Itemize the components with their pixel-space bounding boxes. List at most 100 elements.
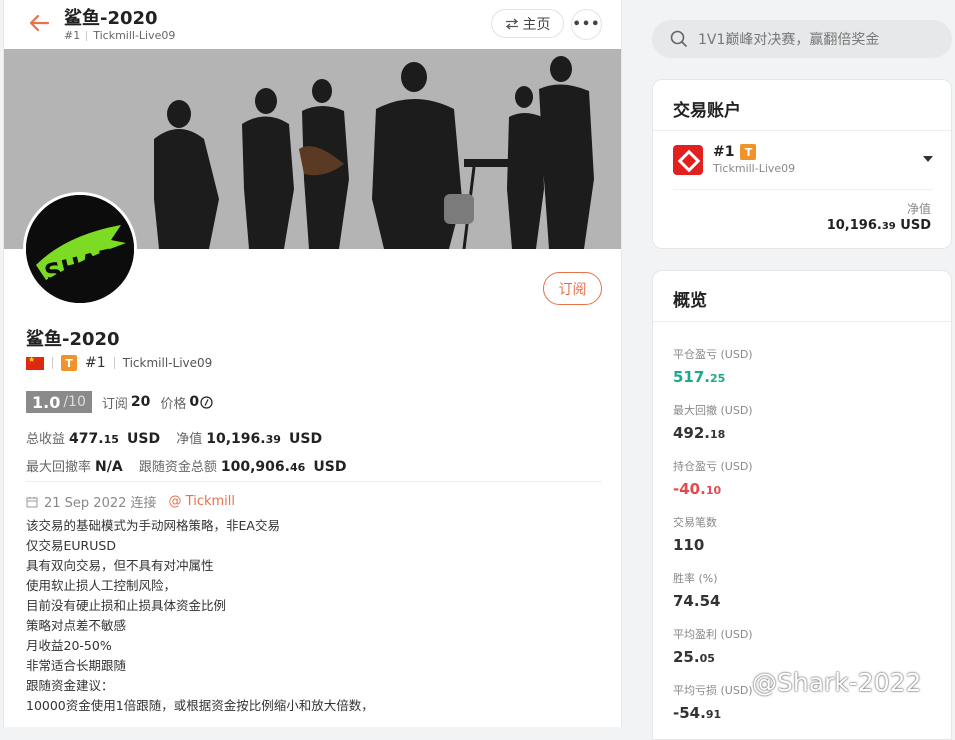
price-label: 价格 (160, 396, 187, 412)
broker-link[interactable]: @ Tickmill (169, 494, 235, 509)
overview-stat: 胜率 (%) 74.54 (673, 570, 720, 610)
description-line: 仅交易EURUSD (26, 538, 116, 553)
trading-account-card: 交易账户 #1 T Tickmill-Live09 净值 10,196.39 U… (652, 79, 952, 249)
description-line: 具有双向交易，但不具有对冲属性 (26, 558, 214, 573)
strategy-name: 鲨鱼-2020 (26, 329, 120, 350)
score-row: 1.0/10 订阅 20 价格 0 (26, 391, 213, 413)
search-icon (670, 30, 688, 48)
overview-stat-value: -40.10 (673, 480, 753, 498)
overview-stat-label: 平均亏损 (USD) (673, 684, 753, 697)
tier-badge: T (740, 144, 757, 160)
divider (52, 357, 53, 369)
overview-stat-dec: 25 (710, 372, 726, 385)
subscriptions-value: 20 (130, 394, 151, 410)
more-options-button[interactable]: ••• (571, 9, 602, 40)
homepage-button[interactable]: 主页 (491, 9, 564, 38)
chevron-down-icon (923, 156, 933, 162)
back-arrow-icon[interactable] (26, 10, 52, 36)
net-value-label: 净值 (176, 432, 203, 447)
search-placeholder: 1V1巅峰对决赛，赢翻倍奖金 (698, 32, 880, 48)
overview-stat-label: 平均盈利 (USD) (673, 628, 753, 641)
max-drawdown-label: 最大回撤率 (26, 460, 92, 475)
search-bar[interactable]: 1V1巅峰对决赛，赢翻倍奖金 (652, 20, 952, 58)
connection-info: 21 Sep 2022 连接 @ Tickmill (26, 492, 235, 511)
score-value: 1.0 (32, 392, 61, 412)
description-line: 10000资金使用1倍跟随，或根据资金按比例缩小和放大倍数， (26, 698, 374, 713)
profit-row: 总收益 477.15 USD 净值 10,196.39 USD (26, 428, 322, 447)
description-line: 跟随资金建议： (26, 678, 114, 693)
swap-icon (505, 18, 518, 29)
net-value-dec: 39 (881, 221, 896, 232)
score-badge: 1.0/10 (26, 391, 92, 413)
tier-badge: T (61, 355, 77, 371)
overview-stat-value: 110 (673, 536, 717, 554)
header-account: Tickmill-Live09 (93, 29, 176, 42)
overview-stat-int: 110 (673, 536, 705, 554)
overview-stat-label: 胜率 (%) (673, 572, 718, 585)
divider (653, 130, 951, 131)
overview-stat: 持仓盈亏 (USD) -40.10 (673, 458, 753, 498)
overview-stat-dec: 10 (705, 484, 722, 497)
overview-stat: 平仓盈亏 (USD) 517.25 (673, 346, 753, 386)
total-profit-label: 总收益 (26, 432, 66, 447)
header-rank: #1 (64, 29, 81, 42)
account-rank: #1 (713, 144, 735, 160)
price-value: 0 (189, 394, 200, 410)
top-bar: 鲨鱼-2020 #1 Tickmill-Live09 主页 ••• (4, 0, 621, 48)
follow-funds-label: 跟随资金总额 (138, 460, 217, 475)
overview-stat: 交易笔数 110 (673, 514, 717, 554)
strategy-description: 该交易的基础模式为手动网格策略，非EA交易 仅交易EURUSD 具有双向交易，但… (26, 516, 374, 716)
more-dots-icon: ••• (572, 17, 601, 32)
net-value-dec: 39 (265, 433, 281, 446)
homepage-button-label: 主页 (522, 16, 551, 33)
divider (86, 31, 88, 41)
description-line: 月收益20-50% (26, 638, 112, 653)
watermark-text: @Shark-2022 (752, 668, 922, 697)
follow-funds-unit: USD (313, 459, 347, 475)
divider (673, 189, 933, 190)
total-profit-dec: 15 (103, 433, 119, 446)
account-selector[interactable]: #1 T Tickmill-Live09 (673, 144, 933, 175)
overview-stat: 平均盈利 (USD) 25.05 (673, 626, 753, 666)
overview-stat-int: 492. (673, 424, 711, 442)
trading-account-title: 交易账户 (673, 101, 741, 121)
score-denominator: /10 (63, 394, 86, 410)
overview-stat-dec: 05 (699, 652, 715, 665)
overview-stat-int: 25. (673, 648, 700, 666)
net-value-unit: USD (900, 218, 931, 233)
overview-stat-int: -40. (673, 480, 706, 498)
shark-logo-icon: SHARK (26, 195, 134, 303)
overview-stat-value: -54.91 (673, 704, 753, 722)
max-drawdown-value: N/A (95, 459, 123, 475)
description-line: 使用软止损人工控制风险， (26, 578, 177, 593)
overview-stat-int: -54. (673, 704, 706, 722)
overview-stat-value: 492.18 (673, 424, 753, 442)
follow-funds-int: 100,906. (220, 459, 290, 475)
total-profit-unit: USD (127, 431, 161, 447)
overview-stat-int: 517. (673, 368, 711, 386)
profile-rank: #1 (85, 355, 106, 371)
page-title: 鲨鱼-2020 (64, 8, 158, 29)
overview-stat-int: 74.54 (673, 592, 721, 610)
connection-date: 21 Sep 2022 连接 (44, 496, 157, 511)
strategy-panel: 鲨鱼-2020 #1 Tickmill-Live09 主页 ••• SHARK … (3, 0, 622, 727)
subscriptions-label: 订阅 (101, 396, 128, 412)
account-name: Tickmill-Live09 (713, 162, 796, 175)
broker-logo-icon (673, 144, 703, 175)
overview-stat-label: 最大回撤 (USD) (673, 404, 753, 417)
overview-stat-value: 517.25 (673, 368, 753, 386)
china-flag-icon (26, 355, 44, 370)
net-value-int: 10,196. (826, 218, 882, 233)
net-value-unit: USD (289, 431, 323, 447)
net-value-int: 10,196. (206, 431, 266, 447)
calendar-icon (26, 496, 38, 507)
overview-title: 概览 (673, 291, 707, 311)
overview-stat: 最大回撤 (USD) 492.18 (673, 402, 753, 442)
header-subtitle: #1 Tickmill-Live09 (64, 29, 175, 42)
divider (26, 481, 602, 482)
profile-account: Tickmill-Live09 (122, 356, 213, 370)
subscribe-button[interactable]: 订阅 (543, 272, 602, 305)
description-line: 目前没有硬止损和止损具体资金比例 (26, 598, 227, 613)
overview-stat-label: 平仓盈亏 (USD) (673, 348, 753, 361)
total-profit-int: 477. (69, 431, 104, 447)
